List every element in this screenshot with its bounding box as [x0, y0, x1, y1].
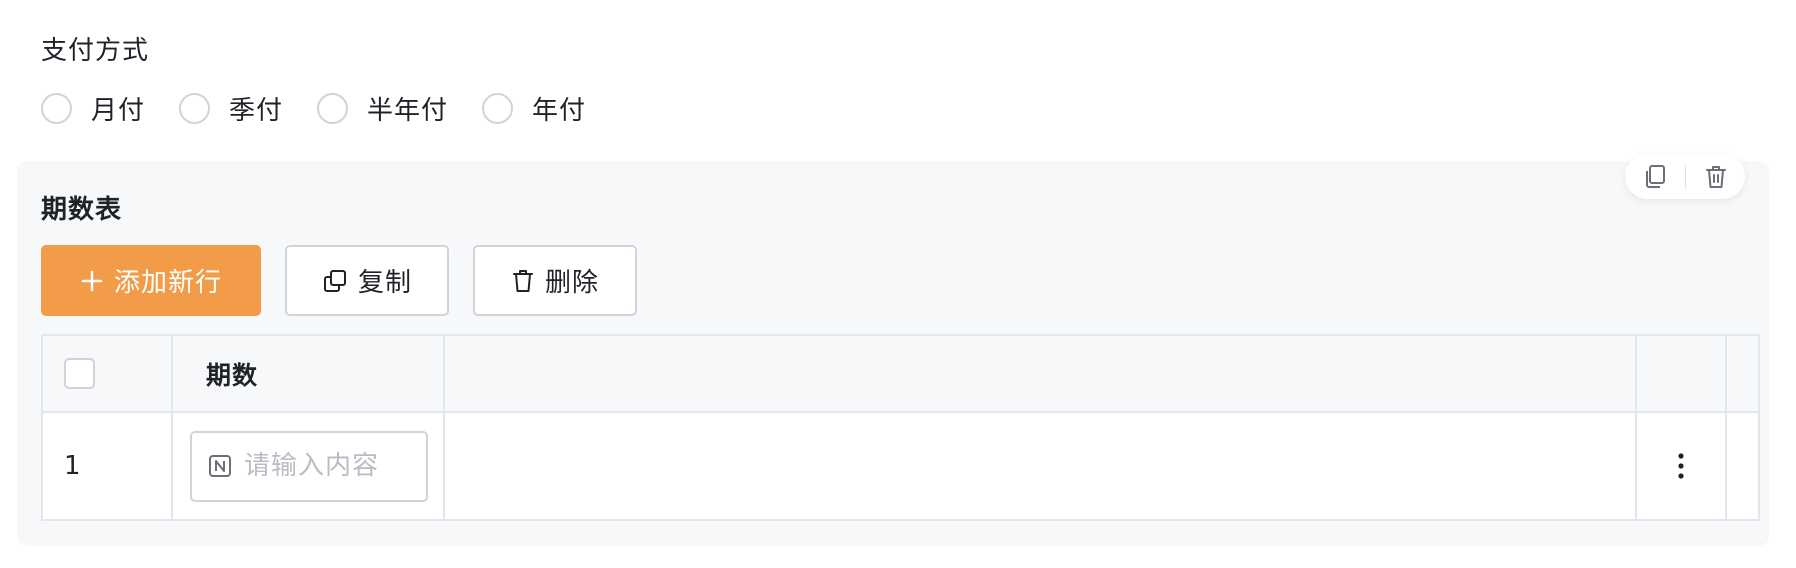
radio-quarterly[interactable]: 季付: [179, 90, 283, 127]
copy-field-button[interactable]: [1635, 157, 1675, 197]
copy-rows-label: 复制: [357, 268, 412, 298]
row-more-button[interactable]: [1637, 452, 1725, 480]
delete-field-button[interactable]: [1696, 157, 1736, 197]
plus-icon: [81, 270, 103, 291]
radio-circle[interactable]: [317, 93, 349, 124]
more-vertical-icon: [1678, 453, 1684, 479]
header-select-cell: [43, 336, 173, 411]
table-row: 1: [43, 413, 1758, 519]
row-input-cell: [173, 413, 445, 519]
trash-icon: [512, 269, 533, 292]
column-header-periods: 期数: [206, 360, 259, 390]
row-cell-empty: [445, 413, 1637, 519]
header-cell-scroll: [1727, 336, 1758, 411]
copy-rows-button[interactable]: 复制: [285, 245, 449, 316]
radio-semiannual[interactable]: 半年付: [317, 90, 448, 127]
add-row-button[interactable]: 添加新行: [41, 245, 261, 316]
row-cell-scroll: [1727, 413, 1758, 519]
periods-input[interactable]: [242, 450, 416, 482]
row-index: 1: [64, 451, 81, 481]
subform-toolbar: 添加新行 复制 删除: [41, 245, 661, 316]
trash-icon: [1705, 165, 1726, 188]
copy-icon: [1645, 164, 1665, 188]
panel-tools: [1625, 154, 1745, 199]
header-cell-actions: [1637, 336, 1727, 411]
header-cell-empty: [445, 336, 1637, 411]
radio-annual[interactable]: 年付: [482, 90, 586, 127]
periods-input-field[interactable]: [190, 430, 428, 502]
radio-circle[interactable]: [41, 93, 72, 124]
table-header: 期数: [43, 336, 1758, 413]
radio-label: 年付: [532, 96, 587, 126]
add-row-label: 添加新行: [113, 268, 222, 298]
radio-label: 季付: [229, 96, 284, 126]
row-actions-cell: [1637, 413, 1727, 519]
radio-label: 半年付: [367, 96, 449, 126]
number-field-icon: [209, 455, 231, 477]
payment-method-title: 支付方式: [41, 36, 150, 66]
radio-circle[interactable]: [179, 93, 211, 124]
row-index-cell: 1: [43, 413, 173, 519]
delete-rows-label: 删除: [544, 268, 599, 298]
divider: [1684, 164, 1686, 189]
radio-circle[interactable]: [482, 93, 514, 124]
copy-icon: [323, 269, 346, 292]
subform-title: 期数表: [41, 195, 123, 225]
radio-monthly[interactable]: 月付: [41, 90, 145, 127]
subform-panel: 期数表 添加新行 复制 删除 期数 1 请输入内容: [17, 154, 1769, 546]
radio-label: 月付: [91, 96, 146, 126]
header-cell: 期数: [173, 336, 445, 411]
select-all-checkbox[interactable]: [64, 358, 95, 389]
delete-rows-button[interactable]: 删除: [473, 245, 637, 316]
payment-radio-group: 月付 季付 半年付 年付: [41, 90, 620, 127]
periods-table: 期数 1: [41, 334, 1760, 521]
